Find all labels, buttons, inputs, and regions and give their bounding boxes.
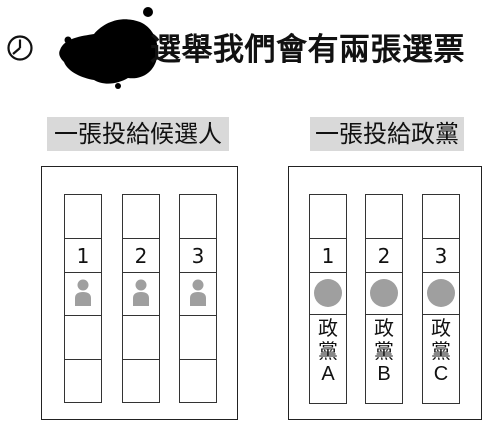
emblem-cell <box>310 273 346 315</box>
party-name: 政 黨 A <box>310 317 346 386</box>
party-name-char: 政 <box>318 316 338 340</box>
number-cell: 3 <box>180 239 216 273</box>
blank-cell <box>180 195 216 239</box>
party-ballot-label: 一張投給政黨 <box>310 117 464 151</box>
blank-cell <box>423 195 459 239</box>
party-column-1: 1 政 黨 A <box>309 194 347 404</box>
clock-icon <box>7 35 33 61</box>
person-icon <box>190 279 206 306</box>
page-title: 選舉我們會有兩張選票 <box>150 32 465 68</box>
number-cell: 1 <box>65 239 101 273</box>
party-ballot: 1 政 黨 A 2 政 黨 B 3 政 黨 C <box>288 166 482 420</box>
party-name: 政 黨 B <box>366 317 402 386</box>
candidate-column-3: 3 <box>179 194 217 403</box>
candidate-column-2: 2 <box>122 194 160 403</box>
blank-cell <box>123 316 159 360</box>
page-header: 選舉我們會有兩張選票 <box>0 0 483 90</box>
number-cell: 3 <box>423 239 459 273</box>
party-number: 1 <box>321 244 335 268</box>
blank-cell <box>123 195 159 239</box>
candidate-number: 1 <box>76 244 90 268</box>
party-letter: C <box>433 363 449 385</box>
party-name: 政 黨 C <box>423 317 459 386</box>
circle-icon <box>370 279 398 307</box>
party-letter: A <box>321 363 335 385</box>
party-name-char: 黨 <box>431 339 451 363</box>
blank-cell <box>180 360 216 404</box>
circle-icon <box>427 279 455 307</box>
ink-splat-icon <box>59 7 158 89</box>
blank-cell <box>65 360 101 404</box>
candidate-ballot: 1 2 3 <box>41 166 238 420</box>
party-name-char: 政 <box>374 316 394 340</box>
candidate-number: 2 <box>134 244 148 268</box>
emblem-cell <box>366 273 402 315</box>
blank-cell <box>123 360 159 404</box>
blank-cell <box>180 316 216 360</box>
party-number: 2 <box>377 244 391 268</box>
party-letter: B <box>377 363 391 385</box>
circle-icon <box>314 279 342 307</box>
number-cell: 1 <box>310 239 346 273</box>
party-name-char: 黨 <box>318 339 338 363</box>
number-cell: 2 <box>123 239 159 273</box>
party-name-cell: 政 黨 A <box>310 315 346 405</box>
portrait-cell <box>123 273 159 316</box>
candidate-ballot-label: 一張投給候選人 <box>47 117 229 151</box>
blank-cell <box>366 195 402 239</box>
blank-cell <box>65 195 101 239</box>
party-name-char: 黨 <box>374 339 394 363</box>
portrait-cell <box>65 273 101 316</box>
candidate-column-1: 1 <box>64 194 102 403</box>
portrait-cell <box>180 273 216 316</box>
party-name-cell: 政 黨 B <box>366 315 402 405</box>
party-number: 3 <box>434 244 448 268</box>
emblem-cell <box>423 273 459 315</box>
blank-cell <box>310 195 346 239</box>
party-name-cell: 政 黨 C <box>423 315 459 405</box>
party-name-char: 政 <box>431 316 451 340</box>
party-column-2: 2 政 黨 B <box>365 194 403 404</box>
candidate-number: 3 <box>191 244 205 268</box>
blank-cell <box>65 316 101 360</box>
person-icon <box>75 279 91 306</box>
person-icon <box>133 279 149 306</box>
party-column-3: 3 政 黨 C <box>422 194 460 404</box>
number-cell: 2 <box>366 239 402 273</box>
